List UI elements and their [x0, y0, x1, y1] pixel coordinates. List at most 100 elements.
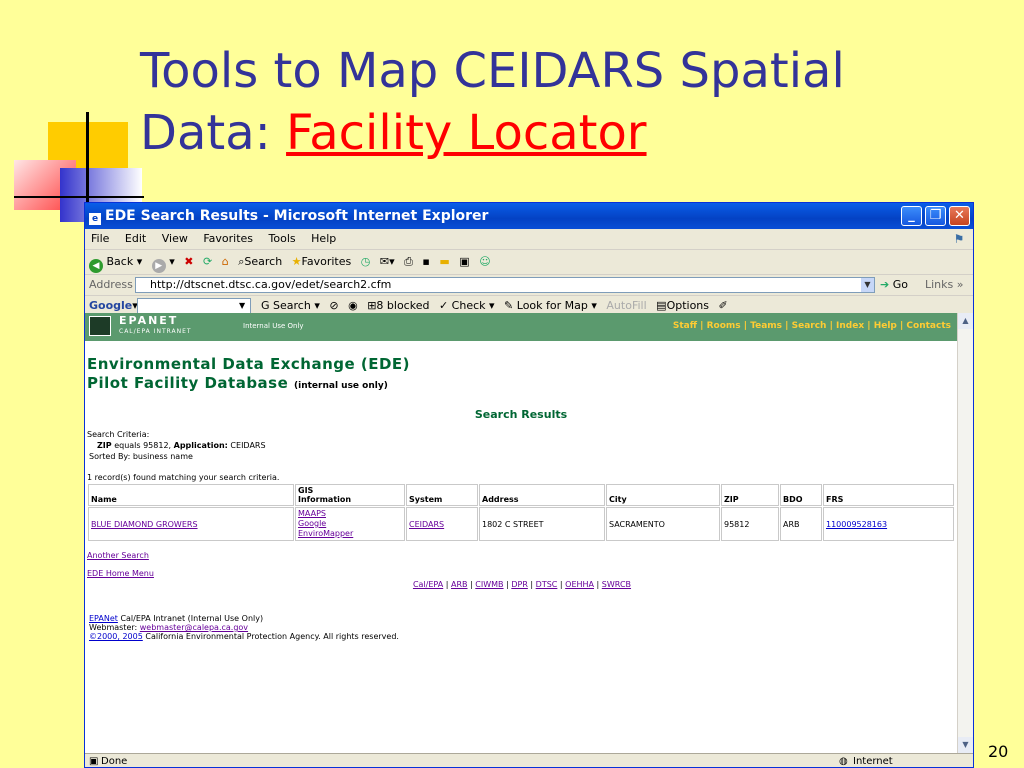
search-criteria-label: Search Criteria:: [87, 430, 150, 439]
messenger-button[interactable]: ☺: [479, 250, 490, 274]
records-found: 1 record(s) found matching your search c…: [87, 473, 280, 482]
address-bar: Address http://dtscnet.dtsc.ca.gov/edet/…: [85, 275, 973, 296]
epanet-footer-link[interactable]: EPANet: [89, 614, 118, 623]
minimize-button[interactable]: _: [901, 206, 922, 226]
maaps-link[interactable]: MAAPS: [298, 509, 326, 518]
nav-contacts[interactable]: Contacts: [906, 321, 951, 331]
col-frs: FRS: [823, 484, 954, 506]
address-dropdown-icon[interactable]: ▼: [861, 278, 874, 292]
nav-search[interactable]: Search: [792, 321, 827, 331]
menu-file[interactable]: File: [91, 232, 109, 245]
back-button[interactable]: ◀ Back ▾: [89, 250, 142, 274]
options-label: Options: [666, 299, 710, 312]
window-title: EDE Search Results - Microsoft Internet …: [105, 208, 489, 224]
look-for-map-label: Look for Map: [516, 299, 588, 312]
ede-title: Environmental Data Exchange (EDE) Pilot …: [87, 355, 957, 396]
back-arrow-icon: ◀: [89, 259, 103, 273]
google-search-input[interactable]: [137, 298, 251, 314]
link-ciwmb[interactable]: CIWMB: [475, 580, 503, 589]
nav-staff[interactable]: Staff: [673, 321, 697, 331]
link-calepa[interactable]: Cal/EPA: [413, 580, 443, 589]
menu-favorites[interactable]: Favorites: [203, 232, 253, 245]
address-cell: 1802 C STREET: [479, 507, 605, 541]
col-gis: GIS Information: [295, 484, 405, 506]
criteria-app-key: Application:: [173, 441, 228, 450]
page-footer: EPANet Cal/EPA Intranet (Internal Use On…: [89, 614, 957, 641]
refresh-button[interactable]: ⟳: [203, 250, 212, 274]
frs-link[interactable]: 110009528163: [826, 520, 887, 529]
restore-button[interactable]: ❐: [925, 206, 946, 226]
another-search-link[interactable]: Another Search: [87, 551, 149, 560]
menu-tools[interactable]: Tools: [269, 232, 296, 245]
scroll-down-icon[interactable]: ▼: [958, 737, 973, 753]
history-button[interactable]: ◷: [361, 250, 371, 274]
windows-flag-icon: ⚑: [953, 232, 965, 246]
internet-zone-icon: ◍: [839, 756, 848, 767]
results-table: Name GIS Information System Address City …: [87, 483, 955, 542]
enviromapper-link[interactable]: EnviroMapper: [298, 529, 353, 538]
close-button[interactable]: ✕: [949, 206, 970, 226]
nav-rooms[interactable]: Rooms: [707, 321, 741, 331]
research-button[interactable]: ▣: [459, 250, 469, 274]
menu-edit[interactable]: Edit: [125, 232, 146, 245]
internal-use-label: Internal Use Only: [243, 322, 304, 330]
menu-view[interactable]: View: [162, 232, 188, 245]
page-viewport: EPANET CAL/EPA INTRANET Internal Use Onl…: [85, 313, 957, 753]
col-bdo: BDO: [780, 484, 822, 506]
link-dtsc[interactable]: DTSC: [536, 580, 558, 589]
nav-index[interactable]: Index: [836, 321, 864, 331]
scroll-up-icon[interactable]: ▲: [958, 313, 973, 329]
folder-button[interactable]: ▬: [439, 250, 449, 274]
deco-horizontal-line: [14, 196, 144, 198]
print-icon: ⎙: [404, 255, 413, 268]
mail-button[interactable]: ✉▾: [380, 250, 395, 274]
favorites-label: Favorites: [301, 255, 352, 268]
address-input[interactable]: http://dtscnet.dtsc.ca.gov/edet/search2.…: [135, 277, 875, 293]
browser-window: e EDE Search Results - Microsoft Internet…: [84, 202, 974, 768]
links-label[interactable]: Links »: [925, 275, 964, 295]
table-header-row: Name GIS Information System Address City …: [88, 484, 954, 506]
back-label: Back: [106, 255, 134, 268]
slide-title-line1: Tools to Map CEIDARS Spatial: [140, 43, 845, 99]
webmaster-email-link[interactable]: webmaster@calepa.ca.gov: [140, 623, 248, 632]
col-city: City: [606, 484, 720, 506]
search-button[interactable]: ⌕Search: [238, 250, 282, 274]
link-dpr[interactable]: DPR: [511, 580, 528, 589]
stop-button[interactable]: ✖: [184, 250, 193, 274]
facility-name-link[interactable]: BLUE DIAMOND GROWERS: [91, 520, 198, 529]
criteria-zip-key: ZIP: [97, 441, 112, 450]
table-row: BLUE DIAMOND GROWERS MAAPS Google Enviro…: [88, 507, 954, 541]
col-gis-line1: GIS: [298, 486, 314, 495]
internet-zone-label: Internet: [853, 756, 893, 767]
map-icon: ✎: [504, 299, 514, 312]
messenger-icon: ☺: [479, 255, 491, 268]
print-button[interactable]: ⎙: [404, 250, 413, 274]
favorites-button[interactable]: ★Favorites: [292, 250, 352, 274]
google-search-label: Search: [273, 299, 311, 312]
ede-home-menu-link[interactable]: EDE Home Menu: [87, 569, 154, 578]
forward-button[interactable]: ▶ ▾: [151, 250, 175, 274]
copyright-text: California Environmental Protection Agen…: [145, 632, 399, 641]
slide-title: Tools to Map CEIDARS Spatial Data: Facil…: [140, 40, 1000, 164]
epanet-logo-icon[interactable]: [89, 316, 111, 336]
link-oehha[interactable]: OEHHA: [565, 580, 594, 589]
copyright-link[interactable]: ©2000, 2005: [89, 632, 143, 641]
link-swrcb[interactable]: SWRCB: [602, 580, 631, 589]
go-button[interactable]: ➔ Go: [880, 275, 908, 295]
city-cell: SACRAMENTO: [606, 507, 720, 541]
agency-links: Cal/EPA | ARB | CIWMB | DPR | DTSC | OEH…: [412, 580, 632, 589]
google-link[interactable]: Google: [298, 519, 326, 528]
edit-button[interactable]: ▪: [422, 250, 429, 274]
blocked-label: 8 blocked: [376, 299, 430, 312]
webmaster-label: Webmaster:: [89, 623, 138, 632]
home-button[interactable]: ⌂: [222, 250, 229, 274]
title-bar[interactable]: e EDE Search Results - Microsoft Internet…: [85, 203, 973, 229]
system-link[interactable]: CEIDARS: [409, 520, 444, 529]
google-logo[interactable]: Google: [89, 299, 132, 312]
menu-help[interactable]: Help: [311, 232, 336, 245]
vertical-scrollbar[interactable]: ▲ ▼: [957, 313, 973, 753]
nav-teams[interactable]: Teams: [750, 321, 782, 331]
link-arb[interactable]: ARB: [451, 580, 468, 589]
autofill-label: AutoFill: [606, 299, 647, 312]
nav-help[interactable]: Help: [874, 321, 897, 331]
